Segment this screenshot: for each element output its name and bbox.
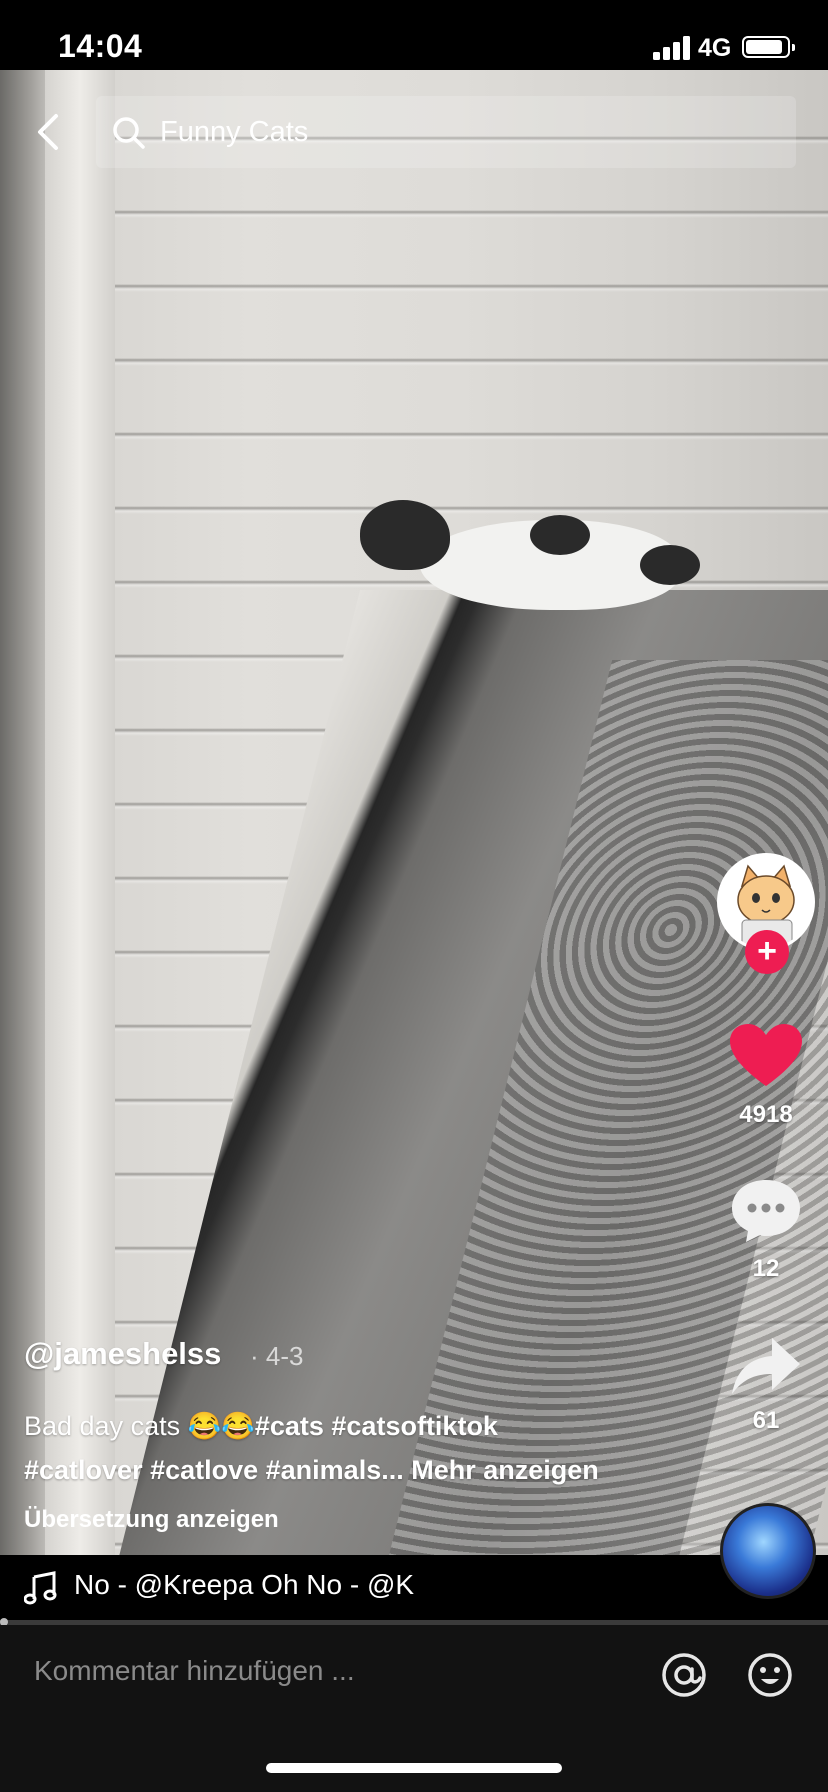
- caption-hashtags-line2[interactable]: #catlover #catlove #animals...: [24, 1455, 404, 1485]
- share-button[interactable]: 61: [716, 1336, 816, 1435]
- comment-count: 12: [752, 1255, 780, 1282]
- comment-button[interactable]: 12: [716, 1178, 816, 1283]
- at-icon[interactable]: [660, 1651, 708, 1699]
- emoji-icon[interactable]: [746, 1651, 794, 1699]
- follow-button[interactable]: +: [745, 930, 789, 974]
- like-count: 4918: [739, 1101, 793, 1128]
- like-button[interactable]: 4918: [716, 1022, 816, 1129]
- music-track-title: No - @Kreepa Oh No - @K: [74, 1569, 415, 1600]
- music-bar[interactable]: No - @Kreepa Oh No - @K: [0, 1555, 828, 1620]
- creator-username[interactable]: @jameshelss: [24, 1336, 221, 1372]
- heart-icon: [730, 1024, 802, 1086]
- share-count: 61: [752, 1407, 780, 1434]
- show-more-link[interactable]: Mehr anzeigen: [411, 1455, 599, 1485]
- music-disc-icon[interactable]: [720, 1503, 816, 1599]
- video-player[interactable]: [0, 70, 828, 1555]
- caption-hashtags-line1[interactable]: #cats #catsoftiktok: [255, 1411, 498, 1441]
- status-time: 14:04: [58, 28, 143, 64]
- chevron-left-icon: [38, 114, 58, 150]
- caption-text: Bad day cats 😂😂: [24, 1411, 255, 1441]
- comment-bubble-icon: [732, 1180, 800, 1242]
- signal-strength-icon: [653, 36, 693, 60]
- battery-icon: [742, 36, 795, 58]
- status-bar: 14:04 4G: [0, 0, 828, 70]
- search-icon: [113, 117, 145, 149]
- home-indicator[interactable]: [266, 1763, 562, 1773]
- show-translation-link[interactable]: Übersetzung anzeigen: [24, 1506, 279, 1534]
- back-button[interactable]: [30, 110, 70, 154]
- share-arrow-icon: [732, 1338, 800, 1394]
- post-date: · 4-3: [250, 1341, 304, 1371]
- search-input[interactable]: Funny Cats: [96, 96, 796, 168]
- music-note-icon: [24, 1571, 57, 1605]
- network-type: 4G: [698, 34, 732, 62]
- search-query: Funny Cats: [160, 116, 309, 148]
- post-caption: Bad day cats 😂😂#cats #catsoftiktok #catl…: [24, 1404, 664, 1492]
- comment-input[interactable]: Kommentar hinzufügen ...: [34, 1655, 355, 1687]
- video-cat: [360, 500, 700, 610]
